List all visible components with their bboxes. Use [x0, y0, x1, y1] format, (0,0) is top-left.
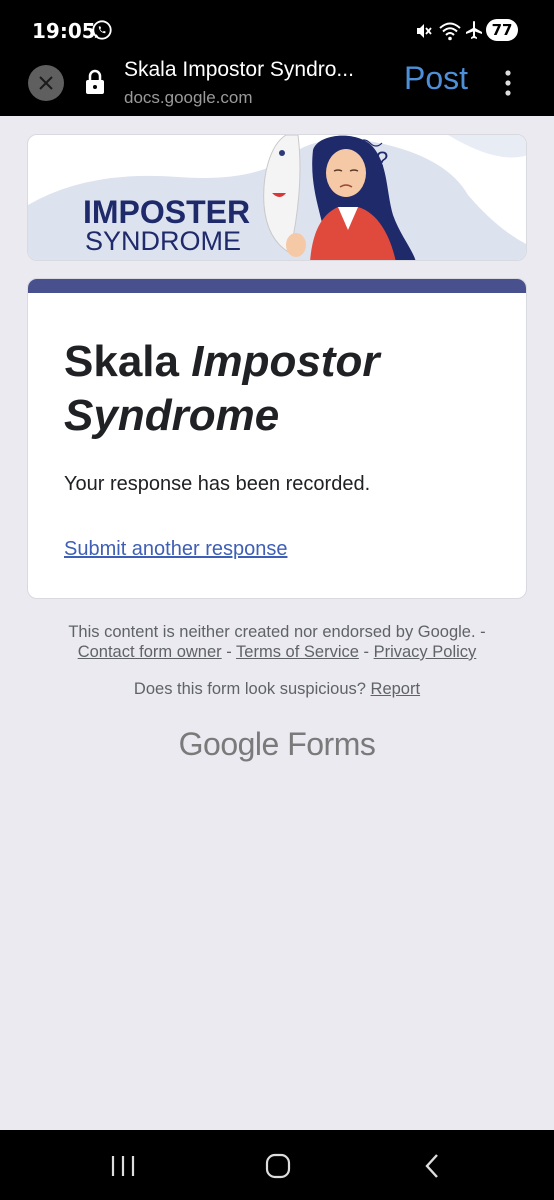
banner-illustration: ? IMPOSTER SYNDROME: [28, 135, 526, 260]
svg-text:?: ?: [376, 147, 388, 172]
page-url[interactable]: docs.google.com: [124, 88, 253, 108]
status-time: 19:05: [32, 19, 96, 43]
confirmation-card: Skala Impostor Syndrome Your response ha…: [27, 278, 527, 599]
submit-another-response-link[interactable]: Submit another response: [64, 538, 287, 561]
recents-icon[interactable]: [108, 1154, 138, 1178]
back-icon[interactable]: [422, 1152, 442, 1180]
banner-title-line2: SYNDROME: [85, 226, 241, 256]
report-link[interactable]: Report: [371, 680, 421, 698]
post-button[interactable]: Post: [404, 60, 468, 97]
banner-title-line1: IMPOSTER: [83, 194, 250, 230]
close-icon: [39, 76, 53, 90]
report-line: Does this form look suspicious? Report: [133, 680, 421, 698]
more-vert-icon[interactable]: [500, 68, 516, 98]
lock-icon[interactable]: [84, 68, 106, 96]
system-navigation-bar: [0, 1130, 554, 1200]
wifi-icon: [439, 22, 461, 41]
custom-tab-toolbar: Skala Impostor Syndro... docs.google.com…: [0, 58, 554, 116]
privacy-policy-link[interactable]: Privacy Policy: [374, 643, 477, 661]
form-title: Skala Impostor Syndrome: [64, 337, 380, 440]
card-accent-bar: [28, 279, 526, 293]
battery-icon: 77: [486, 19, 518, 41]
status-bar: 19:05 77: [0, 0, 554, 58]
whatsapp-icon: [92, 20, 112, 40]
contact-form-owner-link[interactable]: Contact form owner: [78, 643, 222, 661]
google-forms-logo[interactable]: Google Forms: [0, 726, 554, 763]
mute-icon: [417, 24, 432, 38]
footer-disclaimer: This content is neither created nor endo…: [0, 622, 554, 662]
terms-of-service-link[interactable]: Terms of Service: [236, 643, 359, 661]
disclaimer-text: This content is neither created nor endo…: [68, 623, 486, 641]
page-title: Skala Impostor Syndro...: [124, 58, 354, 81]
close-button[interactable]: [28, 65, 64, 101]
home-icon[interactable]: [264, 1152, 292, 1180]
confirmation-message: Your response has been recorded.: [64, 473, 371, 495]
form-header-banner: ? IMPOSTER SYNDROME: [27, 134, 527, 261]
airplane-icon: [466, 21, 482, 39]
